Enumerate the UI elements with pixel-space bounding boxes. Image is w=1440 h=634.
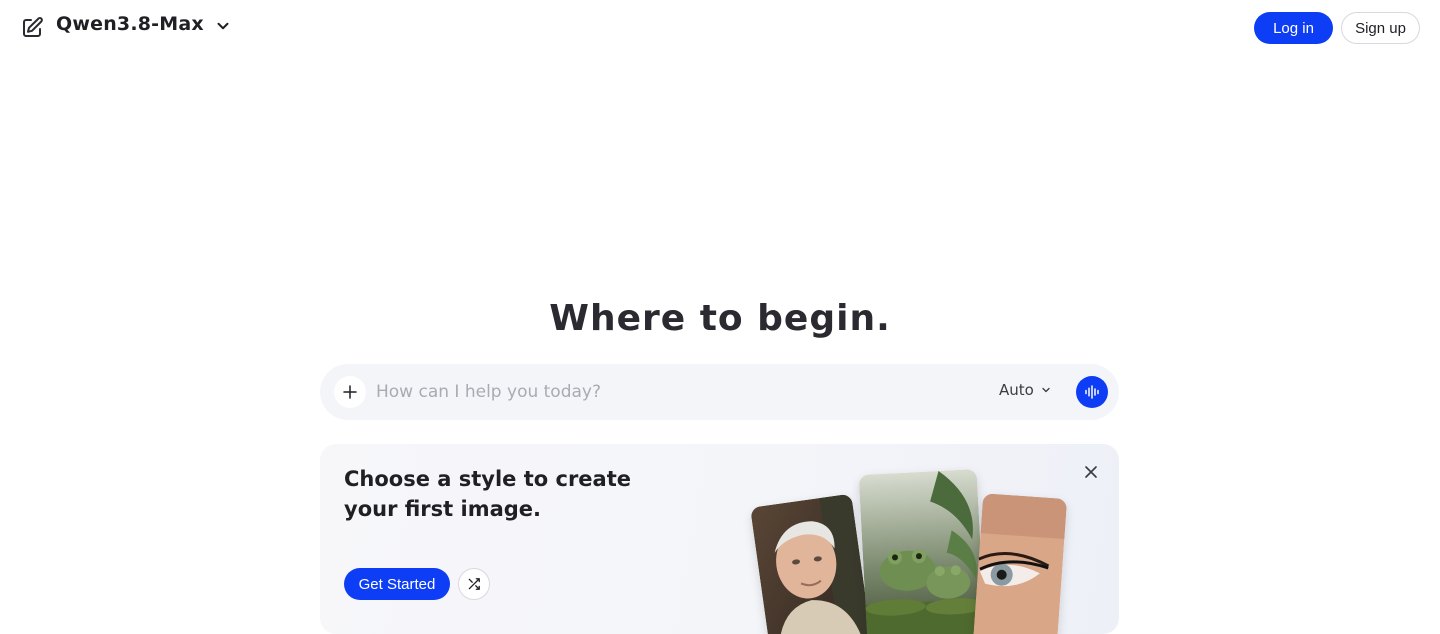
shuffle-icon: [468, 578, 480, 590]
style-thumbnail-eye[interactable]: [972, 493, 1068, 634]
mode-label: Auto: [999, 381, 1034, 399]
plus-icon: [343, 385, 357, 399]
top-bar: Qwen3.8-Max Log in Sign up: [0, 0, 1440, 56]
promo-title-line-1: Choose a style to create: [344, 467, 632, 491]
voice-input-button[interactable]: [1076, 376, 1108, 408]
voice-wave-icon: [1085, 385, 1099, 399]
shuffle-button[interactable]: [458, 568, 490, 600]
get-started-button[interactable]: Get Started: [344, 568, 450, 600]
prompt-input[interactable]: [376, 378, 966, 406]
promo-title-line-2: your first image.: [344, 497, 542, 521]
close-icon: [1085, 466, 1097, 478]
image-style-promo-card: Choose a style to create your first imag…: [320, 444, 1119, 634]
promo-title: Choose a style to create your first imag…: [344, 464, 644, 524]
style-thumbnail-portrait[interactable]: [750, 493, 872, 634]
login-button[interactable]: Log in: [1254, 12, 1333, 44]
signup-button[interactable]: Sign up: [1341, 12, 1420, 44]
model-name: Qwen3.8-Max: [56, 13, 204, 35]
chevron-down-icon: [217, 22, 229, 29]
style-thumbnail-frogs[interactable]: [858, 469, 986, 634]
page-headline: Where to begin.: [549, 298, 891, 339]
close-promo-button[interactable]: [1081, 462, 1101, 482]
attach-plus-button[interactable]: [334, 376, 366, 408]
new-chat-edit-icon[interactable]: [20, 16, 44, 40]
chat-composer: Auto: [320, 364, 1119, 420]
mode-dropdown[interactable]: Auto: [999, 381, 1052, 399]
chevron-down-icon: [1042, 387, 1050, 393]
model-selector[interactable]: Qwen3.8-Max: [56, 13, 232, 35]
